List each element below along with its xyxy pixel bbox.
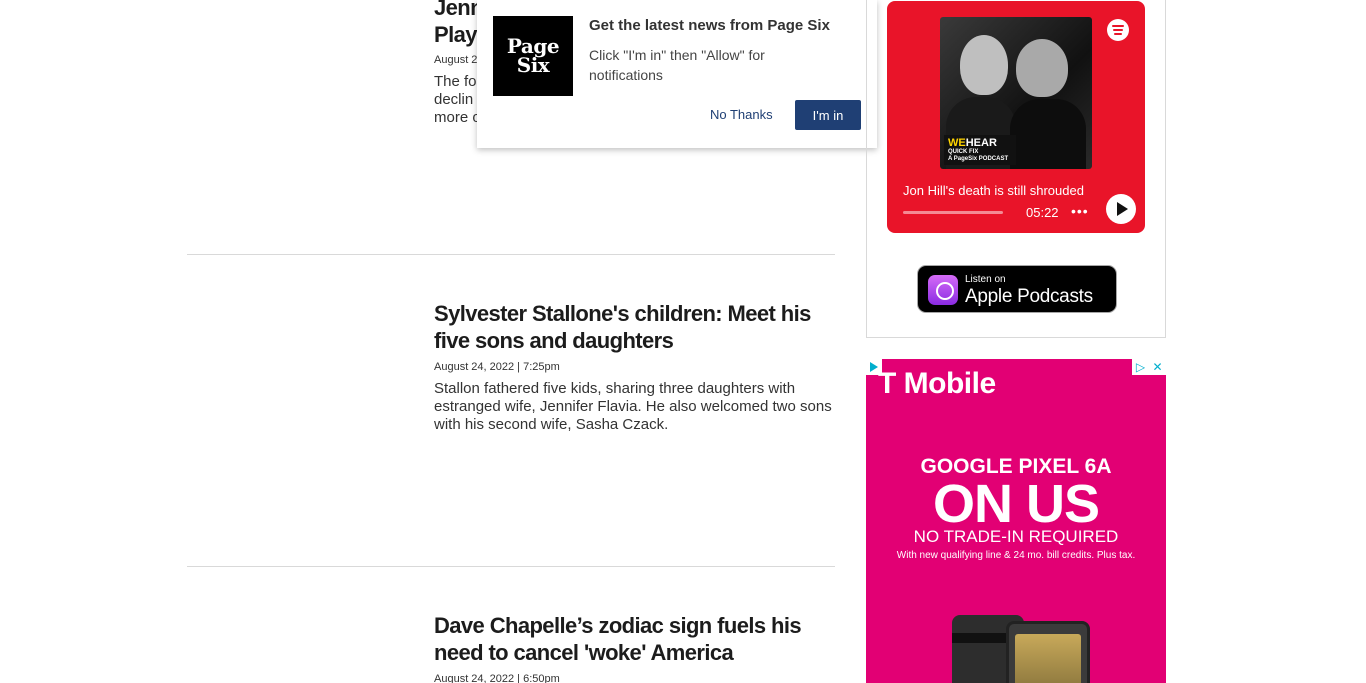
episode-title: Jon Hill's death is still shrouded <box>903 183 1084 198</box>
article-title[interactable]: Dave Chapelle’s zodiac sign fuels his ne… <box>434 612 834 666</box>
notification-prompt: Page Six Get the latest news from Page S… <box>477 0 877 148</box>
spotify-icon[interactable] <box>1107 19 1129 41</box>
apple-podcasts-icon <box>928 275 958 305</box>
advertisement[interactable]: ▷ ✕ T Mobile GOOGLE PIXEL 6A ON US NO TR… <box>866 359 1166 683</box>
article-title[interactable]: Sylvester Stallone's children: Meet his … <box>434 300 834 354</box>
no-thanks-button[interactable]: No Thanks <box>710 107 773 122</box>
divider <box>187 254 835 255</box>
article-excerpt: Stallon fathered five kids, sharing thre… <box>434 380 832 433</box>
podcast-badge: WEHEAR QUICK FIX A PageSix PODCAST <box>944 135 1016 165</box>
divider <box>187 566 835 567</box>
ad-brand-logo: T Mobile <box>878 367 996 400</box>
ad-close-icon[interactable]: ✕ <box>1149 359 1166 375</box>
phone-image <box>1006 621 1090 683</box>
more-options-icon[interactable]: ••• <box>1071 203 1089 219</box>
im-in-button[interactable]: I'm in <box>795 100 861 130</box>
play-button[interactable] <box>1106 194 1136 224</box>
page-six-logo: Page Six <box>493 16 573 96</box>
ad-controls[interactable]: ▷ ✕ <box>1132 359 1166 375</box>
article-date: August 24, 2022 | 6:50pm <box>434 673 560 683</box>
progress-bar[interactable] <box>903 211 1003 214</box>
article-card: Sylvester Stallone's children: Meet his … <box>434 300 834 434</box>
ad-info-icon[interactable]: ▷ <box>1132 359 1149 375</box>
apple-podcasts-button[interactable]: Listen on Apple Podcasts <box>917 265 1117 313</box>
notification-heading: Get the latest news from Page Six <box>589 17 830 34</box>
podcast-cover: WEHEAR QUICK FIX A PageSix PODCAST <box>940 17 1092 169</box>
notification-body: Click "I'm in" then "Allow" for notifica… <box>589 47 765 83</box>
episode-duration: 05:22 <box>1026 205 1059 220</box>
spotify-player[interactable]: WEHEAR QUICK FIX A PageSix PODCAST Jon H… <box>887 1 1145 233</box>
ad-subheadline: NO TRADE-IN REQUIRED <box>913 527 1119 546</box>
ad-headline-large: ON US <box>932 474 1100 534</box>
podcast-widget: WEHEAR QUICK FIX A PageSix PODCAST Jon H… <box>866 0 1166 338</box>
ad-fine-print: With new qualifying line & 24 mo. bill c… <box>896 550 1136 561</box>
article-card: Dave Chapelle’s zodiac sign fuels his ne… <box>434 612 834 683</box>
article-date: August 24, 2022 | 7:25pm <box>434 361 560 373</box>
